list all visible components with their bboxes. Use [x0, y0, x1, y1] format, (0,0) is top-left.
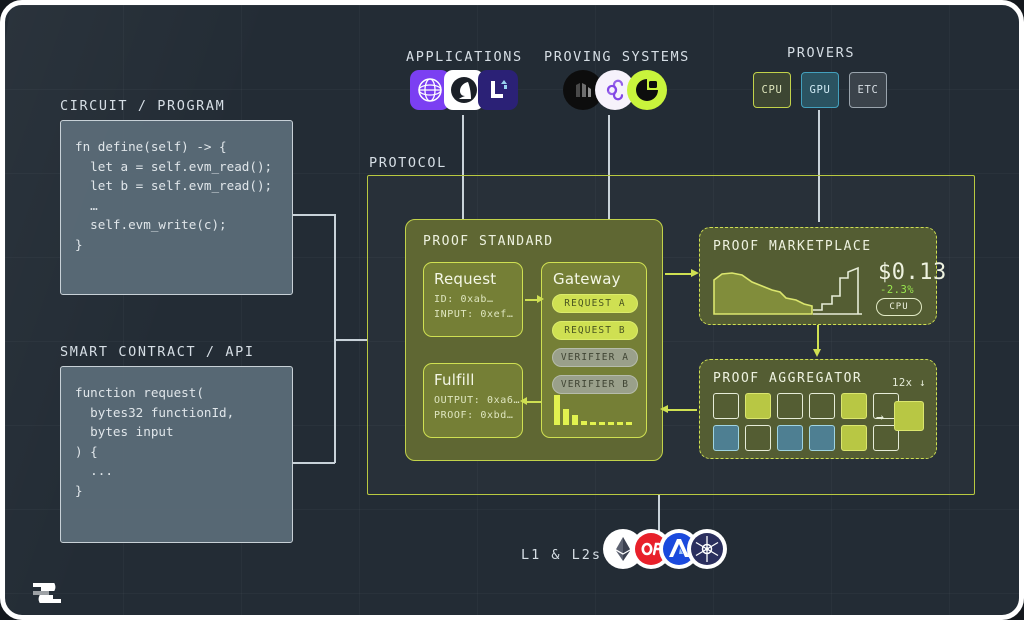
- proof-standard-title: PROOF STANDARD: [423, 234, 554, 249]
- arrow-gateway-fulfill-line: [527, 401, 541, 403]
- contract-code-text: function request( bytes32 functionId, by…: [75, 385, 235, 498]
- aggregator-output-square: [894, 401, 924, 431]
- request-field-input: INPUT: 0xef…: [434, 309, 514, 320]
- marketplace-cpu-chip[interactable]: CPU: [876, 298, 922, 316]
- layers-icon-group: [603, 529, 727, 569]
- proving-succinct-icon[interactable]: [627, 70, 667, 110]
- gateway-bar-1: [563, 409, 569, 425]
- aggregator-cell-r2-c4: [841, 425, 867, 451]
- request-title: Request: [434, 270, 497, 288]
- caption-protocol: PROTOCOL: [369, 155, 447, 171]
- aggregator-cell-r1-c2: [777, 393, 803, 419]
- request-card[interactable]: Request ID: 0xab… INPUT: 0xef…: [423, 262, 523, 337]
- gateway-title: Gateway: [553, 270, 621, 288]
- proving-systems-icon-group: [563, 70, 667, 110]
- aggregator-cell-r1-c0: [713, 393, 739, 419]
- gateway-card[interactable]: Gateway REQUEST A REQUEST B VERIFIER A VERI…: [541, 262, 647, 438]
- proof-marketplace-panel[interactable]: PROOF MARKETPLACE $0.13 -2.3% CPU: [699, 227, 946, 325]
- gateway-bar-chart: [554, 389, 632, 425]
- caption-circuit: CIRCUIT / PROGRAM: [60, 98, 226, 114]
- arrow-standard-marketplace-head: [691, 269, 699, 277]
- arrow-marketplace-aggregator-head: [813, 349, 821, 357]
- aggregator-arrow-icon: →: [876, 410, 884, 425]
- gateway-bar-5: [599, 422, 605, 425]
- gateway-pill-list: REQUEST A REQUEST B VERIFIER A VERIFIER B: [552, 294, 638, 394]
- aggregator-cell-r2-c0: [713, 425, 739, 451]
- arrow-aggregator-standard-line: [667, 409, 697, 411]
- caption-provers: PROVERS: [787, 45, 856, 61]
- gateway-bar-6: [608, 422, 614, 425]
- request-field-id: ID: 0xab…: [434, 294, 494, 305]
- aggregator-cell-r1-c1: [745, 393, 771, 419]
- aggregator-cell-r2-c3: [809, 425, 835, 451]
- connector-to-protocol: [334, 339, 368, 341]
- circuit-code-panel: fn define(self) -> { let a = self.evm_re…: [60, 120, 293, 295]
- gateway-bar-0: [554, 395, 560, 425]
- caption-smart-contract: SMART CONTRACT / API: [60, 344, 255, 360]
- marketplace-price: $0.13: [878, 260, 947, 285]
- prover-chip-etc[interactable]: ETC: [849, 72, 887, 108]
- gnosis-icon[interactable]: [687, 529, 727, 569]
- marketplace-delta: -2.3%: [880, 284, 915, 296]
- diagram-canvas: CIRCUIT / PROGRAM SMART CONTRACT / API A…: [0, 0, 1024, 620]
- gateway-bar-2: [572, 415, 578, 425]
- aggregator-title: PROOF AGGREGATOR: [713, 371, 863, 386]
- marketplace-sparkline: [713, 266, 862, 315]
- app-lido-icon[interactable]: [478, 70, 518, 110]
- fulfill-card[interactable]: Fulfill OUTPUT: 0xa6… PROOF: 0xbd…: [423, 363, 523, 438]
- connector-contract-h: [293, 462, 335, 464]
- arrow-request-gateway-head: [537, 295, 544, 303]
- aggregator-cell-r1-c3: [809, 393, 835, 419]
- gateway-bar-4: [590, 422, 596, 425]
- gateway-pill-request-a[interactable]: REQUEST A: [552, 294, 638, 313]
- gateway-bar-3: [581, 421, 587, 425]
- contract-code-panel: function request( bytes32 functionId, by…: [60, 366, 293, 543]
- prover-chip-gpu[interactable]: GPU: [801, 72, 839, 108]
- fulfill-field-proof: PROOF: 0xbd…: [434, 410, 514, 421]
- aggregator-multiplier: 12x ↓: [892, 377, 927, 389]
- aggregator-multiplier-value: 12x: [892, 377, 913, 389]
- proof-standard-panel: PROOF STANDARD Request ID: 0xab… INPUT: …: [405, 219, 663, 461]
- prover-chip-group: CPU GPU ETC: [753, 72, 887, 108]
- caption-layers: L1 & L2s: [521, 547, 603, 563]
- aggregator-grid-row-1: [713, 393, 899, 419]
- aggregator-cell-r2-c2: [777, 425, 803, 451]
- arrow-aggregator-standard-head: [660, 405, 668, 413]
- marketplace-title: PROOF MARKETPLACE: [713, 239, 872, 254]
- aggregator-grid-row-2: [713, 425, 899, 451]
- applications-icon-group: [410, 70, 518, 110]
- connector-circuit-h: [293, 214, 335, 216]
- gateway-pill-request-b[interactable]: REQUEST B: [552, 321, 638, 340]
- caption-applications: APPLICATIONS: [406, 49, 523, 65]
- gateway-bar-8: [626, 422, 632, 425]
- arrow-gateway-fulfill-head: [520, 397, 527, 405]
- aggregator-cell-r1-c4: [841, 393, 867, 419]
- circuit-code-text: fn define(self) -> { let a = self.evm_re…: [75, 139, 273, 252]
- fulfill-field-output: OUTPUT: 0xa6…: [434, 395, 521, 406]
- proof-aggregator-panel[interactable]: PROOF AGGREGATOR → 12x ↓: [699, 359, 937, 459]
- fulfill-title: Fulfill: [434, 371, 475, 389]
- aggregator-cell-r2-c1: [745, 425, 771, 451]
- succinct-logo[interactable]: [29, 577, 65, 613]
- prover-chip-cpu[interactable]: CPU: [753, 72, 791, 108]
- caption-proving-systems: PROVING SYSTEMS: [544, 49, 690, 65]
- gateway-bar-7: [617, 422, 623, 425]
- gateway-pill-verifier-a[interactable]: VERIFIER A: [552, 348, 638, 367]
